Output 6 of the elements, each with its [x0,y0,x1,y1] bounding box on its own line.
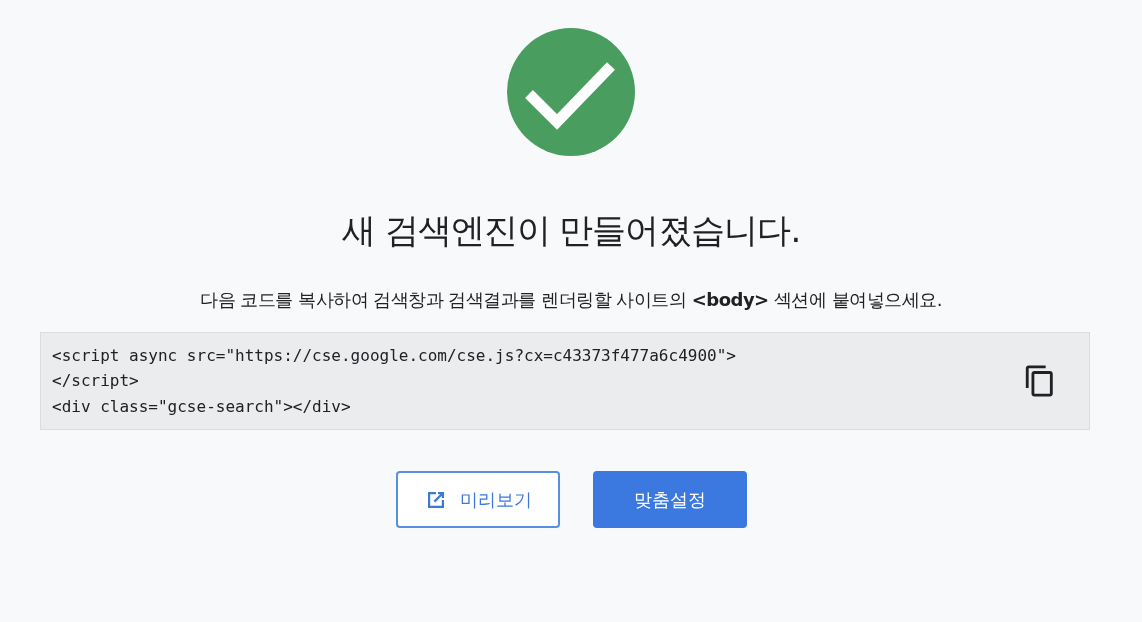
customize-button[interactable]: 맞춤설정 [592,471,747,528]
success-check-icon [507,28,635,156]
code-snippet: <script async src="https://cse.google.com/cse.js?cx=c43373f477a6c4900"> </script> <div class="gcse-search"></div> [52,344,736,418]
preview-button[interactable]: 미리보기 [395,471,560,528]
instruction-text: 다음 코드를 복사하여 검색창과 검색결과를 렌더링할 사이트의 <body> 섹션에 붙여넣으세요. [200,288,942,312]
page-title: 새 검색엔진이 만들어졌습니다. [341,209,801,252]
